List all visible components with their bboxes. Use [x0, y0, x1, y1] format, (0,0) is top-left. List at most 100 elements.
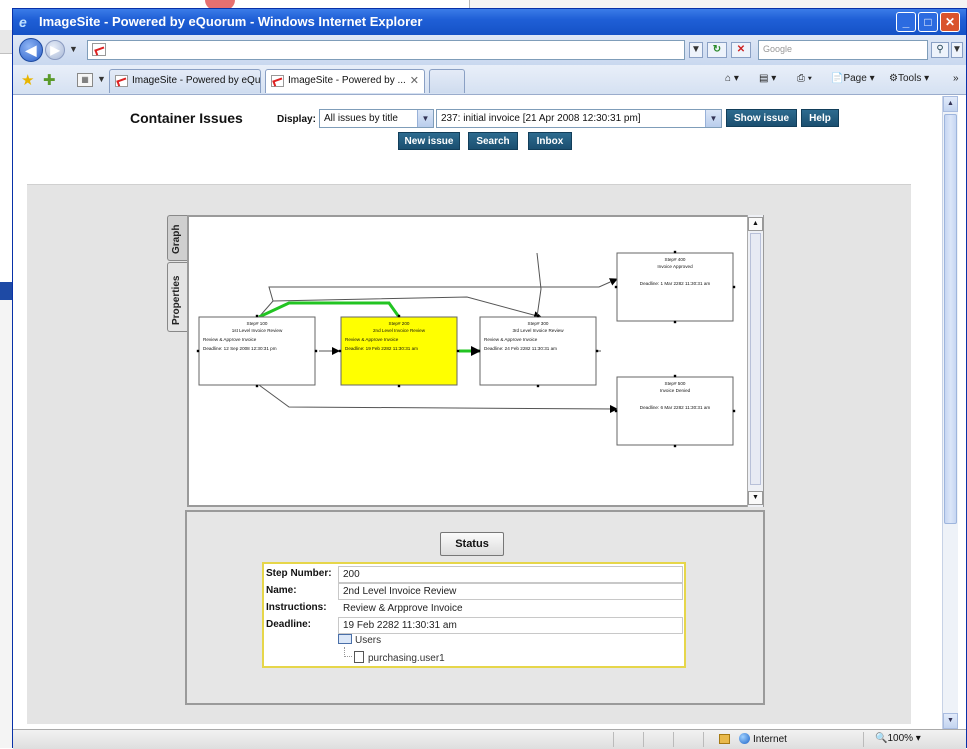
tab-graph-label: Graph	[171, 224, 182, 254]
new-issue-button[interactable]: New issue	[398, 132, 460, 150]
quick-tabs-icon[interactable]: ▦	[77, 73, 93, 87]
scroll-down-icon[interactable]: ▼	[943, 713, 958, 729]
node-instructions: Review & Approve Invoice	[345, 337, 399, 342]
edge-100-300	[258, 296, 542, 320]
step-number-row: Step Number: 200	[264, 566, 684, 583]
search-button[interactable]: Search	[468, 132, 518, 150]
inbox-button[interactable]: Inbox	[528, 132, 572, 150]
scrollbar-thumb[interactable]	[750, 233, 761, 485]
page-favicon-icon	[271, 75, 284, 87]
tab-properties[interactable]: Properties	[167, 262, 187, 332]
issue-select[interactable]: 237: initial invoice [21 Apr 2008 12:30:…	[436, 109, 722, 128]
tab-graph[interactable]: Graph	[167, 215, 187, 261]
close-button[interactable]: ✕	[940, 12, 960, 32]
tab-imagesite-2[interactable]: ImageSite - Powered by ... ✕	[265, 69, 425, 93]
forward-button[interactable]: ▶	[45, 40, 65, 60]
ie-logo-icon: e	[19, 14, 27, 30]
back-button[interactable]: ◀	[19, 38, 43, 62]
status-button[interactable]: Status	[440, 532, 504, 556]
add-to-favorites-icon[interactable]: ✚	[43, 71, 56, 89]
display-label: Display:	[277, 114, 316, 125]
workflow-node-step-400[interactable]: Step# 400 Invoice Approved Deadline: 1 Mar…	[614, 250, 736, 324]
tab-properties-label: Properties	[171, 275, 182, 325]
workflow-nodes: Step# 100 1st Level Invoice Review Review …	[196, 250, 736, 448]
workflow-node-step-200[interactable]: Step# 200 2nd Level Invoice Review Review …	[338, 314, 460, 388]
favorites-center-icon[interactable]: ★	[21, 71, 34, 89]
step-number-label: Step Number:	[266, 568, 332, 579]
step-info-box: Step Number: 200 Name: 2nd Level Invoice…	[262, 562, 686, 668]
node-port	[673, 444, 677, 448]
page-title: Container Issues	[130, 110, 243, 126]
refresh-icon[interactable]: ↻	[707, 42, 727, 58]
help-button[interactable]: Help	[801, 109, 839, 127]
workflow-node-step-500[interactable]: Step# 500 Invoice Denied Deadline: 6 Mar 2…	[614, 374, 736, 448]
document-icon	[354, 651, 364, 663]
minimize-button[interactable]: _	[896, 12, 916, 32]
tools-menu[interactable]: ⚙Tools ▾	[889, 73, 929, 84]
status-divider	[703, 732, 704, 747]
new-tab-button[interactable]	[429, 69, 465, 93]
tab-imagesite-1[interactable]: ImageSite - Powered by eQu...	[109, 69, 261, 93]
zoom-level[interactable]: 🔍100% ▾	[875, 733, 921, 744]
node-port	[536, 384, 540, 388]
node-deadline: Deadline: 24 Feb 2282 11:30:31 am	[484, 346, 557, 351]
print-icon[interactable]: ⎙ ▾	[797, 73, 812, 84]
node-port	[397, 314, 401, 318]
display-mode-value: All issues by title	[324, 113, 398, 124]
chevron-down-icon[interactable]: ▼	[417, 110, 433, 127]
home-icon[interactable]: ⌂ ▾	[725, 73, 739, 84]
node-port	[673, 374, 677, 378]
close-tab-icon[interactable]: ✕	[410, 74, 419, 87]
user-tree-node[interactable]: purchasing.user1	[354, 651, 445, 664]
node-port	[673, 320, 677, 324]
protected-mode-icon[interactable]	[719, 734, 730, 744]
address-bar[interactable]	[87, 40, 685, 60]
address-dropdown-icon[interactable]: ▼	[689, 42, 703, 58]
page-scrollbar[interactable]: ▲ ▼	[942, 96, 958, 729]
security-zone[interactable]: Internet	[739, 733, 787, 745]
window-title: ImageSite - Powered by eQuorum - Windows…	[39, 14, 423, 29]
title-bar[interactable]: e ImageSite - Powered by eQuorum - Windo…	[13, 9, 966, 35]
deadline-row: Deadline: 19 Feb 2282 11:30:31 am	[264, 617, 684, 634]
search-input[interactable]: Google	[758, 40, 928, 60]
browser-window: e ImageSite - Powered by eQuorum - Windo…	[12, 8, 967, 749]
node-deadline: Deadline: 6 Mar 2282 11:30:31 am	[640, 405, 711, 410]
workflow-node-step-100[interactable]: Step# 100 1st Level Invoice Review Review …	[196, 314, 318, 388]
node-port	[673, 250, 677, 254]
node-port	[536, 314, 540, 318]
stop-icon[interactable]: ✕	[731, 42, 751, 58]
scrollbar-thumb[interactable]	[944, 114, 957, 524]
display-mode-select[interactable]: All issues by title ▼	[319, 109, 434, 128]
users-tree-node[interactable]: Users	[338, 634, 381, 646]
security-zone-label: Internet	[753, 734, 787, 745]
page-menu[interactable]: 📄Page ▾	[831, 73, 875, 84]
tab-list-dropdown-icon[interactable]: ▼	[97, 74, 106, 84]
workflow-graph-panel[interactable]: Step# 100 1st Level Invoice Review Review …	[187, 215, 764, 507]
zoom-value: 100%	[887, 733, 914, 744]
node-port	[614, 409, 618, 413]
workflow-node-step-300[interactable]: Step# 300 3rd Level Invoice Review Review …	[477, 314, 599, 388]
show-issue-button[interactable]: Show issue	[726, 109, 797, 127]
search-options-icon[interactable]: ▼	[951, 42, 963, 58]
scroll-up-icon[interactable]: ▲	[748, 217, 763, 231]
chevron-down-icon[interactable]: ▼	[705, 110, 721, 127]
tree-connector	[344, 647, 352, 657]
node-port	[732, 285, 736, 289]
page-favicon-icon	[92, 43, 106, 56]
status-divider	[613, 732, 614, 747]
recent-pages-dropdown-icon[interactable]: ▼	[69, 44, 78, 54]
more-toolbar-chevron-icon[interactable]: »	[953, 73, 959, 84]
node-name: 1st Level Invoice Review	[232, 328, 283, 333]
tab-label: ImageSite - Powered by ...	[288, 75, 406, 86]
page-favicon-icon	[115, 75, 128, 87]
node-name: Invoice Denied	[660, 388, 691, 393]
feeds-icon[interactable]: ▤ ▾	[759, 73, 776, 84]
graph-scrollbar[interactable]: ▲ ▼	[747, 215, 763, 507]
active-edge-100-200	[258, 301, 401, 319]
search-icon[interactable]: ⚲	[931, 42, 949, 58]
node-step: Step# 300	[528, 321, 549, 326]
node-step: Step# 200	[389, 321, 410, 326]
scroll-up-icon[interactable]: ▲	[943, 96, 958, 112]
scroll-down-icon[interactable]: ▼	[748, 491, 763, 505]
maximize-button[interactable]: □	[918, 12, 938, 32]
